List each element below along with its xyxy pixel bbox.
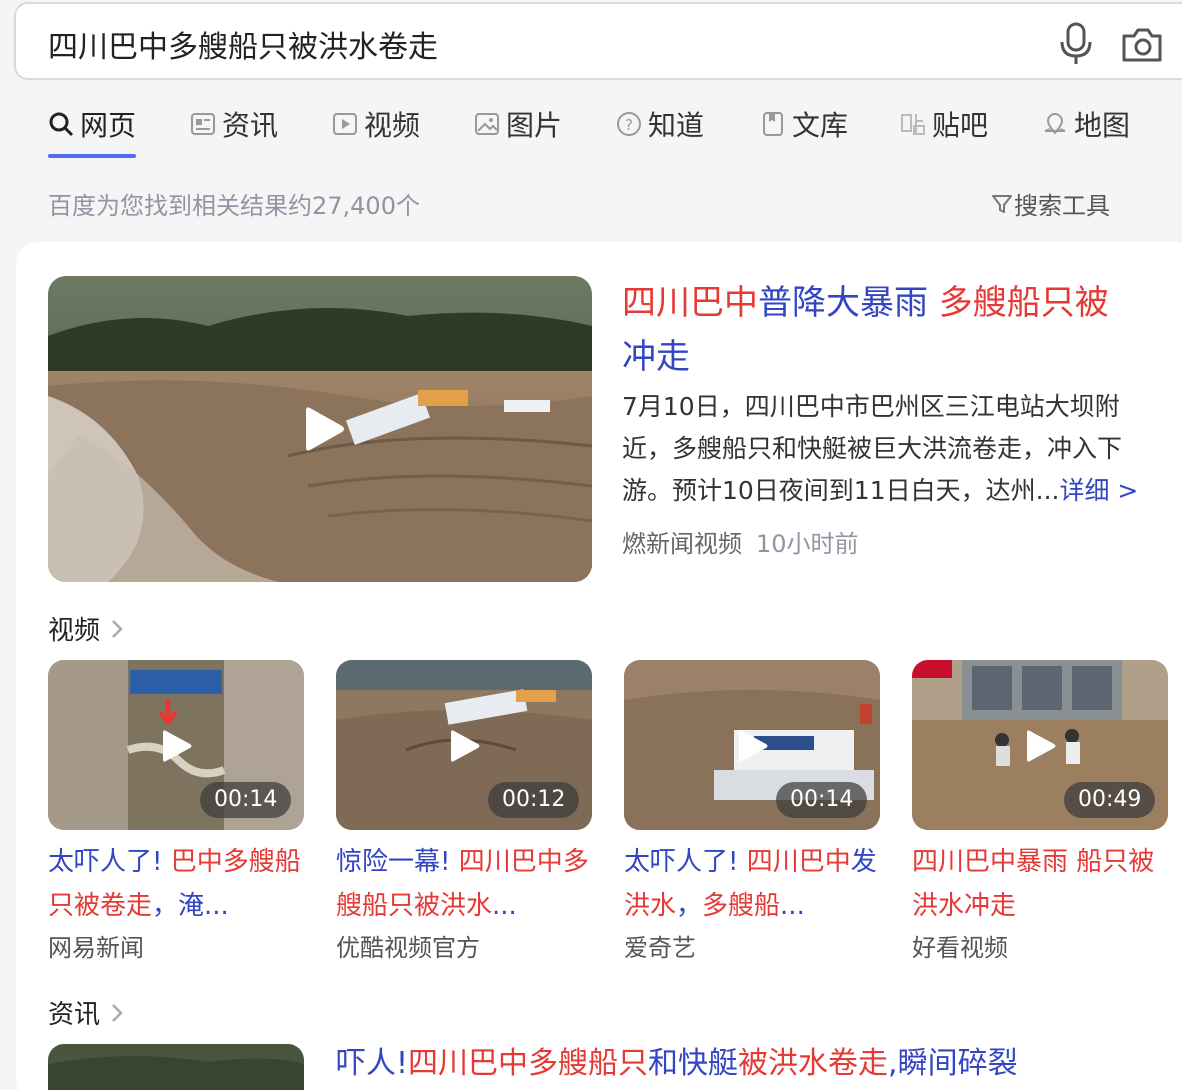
play-icon[interactable]	[156, 726, 196, 766]
search-tools-label: 搜索工具	[1014, 192, 1110, 220]
video-source: 爱奇艺	[624, 934, 696, 962]
main-result-meta: 燃新闻视频 10小时前	[622, 524, 859, 559]
news-image	[48, 1044, 304, 1090]
news-section-header[interactable]: 资讯	[48, 994, 124, 1031]
camera-icon[interactable]	[1120, 24, 1164, 64]
title-highlight: 四川巴中	[746, 847, 851, 877]
title-text: ，淹...	[152, 891, 229, 921]
title-highlight: 四川巴中多艘船只	[408, 1046, 649, 1081]
video-title[interactable]: 太吓人了! 四川巴中发洪水，多艘船...	[624, 840, 880, 928]
map-pin-icon	[1044, 113, 1066, 135]
tab-label: 视频	[364, 109, 421, 142]
title-text: ，	[676, 891, 703, 921]
video-duration: 00:14	[200, 782, 292, 818]
title-text: 冲走	[622, 337, 690, 377]
video-source: 好看视频	[912, 934, 1008, 962]
tab-label: 图片	[506, 109, 563, 142]
filter-icon	[992, 194, 1012, 213]
tab-label: 网页	[80, 109, 137, 142]
title-text: ...	[780, 891, 805, 921]
play-icon[interactable]	[444, 726, 484, 766]
microphone-icon[interactable]	[1056, 22, 1096, 66]
tab-label: 文库	[792, 109, 849, 142]
title-text: 发	[850, 847, 877, 877]
section-title: 资讯	[48, 1000, 101, 1030]
title-text: ...	[492, 891, 517, 921]
video-title[interactable]: 四川巴中暴雨 船只被洪水冲走	[912, 840, 1168, 928]
tab-zhidao[interactable]: ? 知道	[616, 104, 704, 144]
search-input[interactable]: 四川巴中多艘船只被洪水卷走	[48, 22, 438, 66]
main-result-title[interactable]: 四川巴中普降大暴雨 多艘船只被冲走	[622, 276, 1162, 384]
tab-news[interactable]: 资讯	[190, 104, 278, 144]
title-text: 和快艇	[648, 1046, 739, 1081]
description-text: 7月10日，四川巴中市巴州区三江电站大坝附近，多艘船只和快艇被巨大洪流卷走，冲入…	[622, 392, 1123, 505]
search-tools-button[interactable]: 搜索工具	[990, 186, 1110, 221]
baidu-search-page: 四川巴中多艘船只被洪水卷走 网页 资讯 视频 图片 ? 知道 文库 贴吧 地图 …	[0, 0, 1182, 1090]
video-source: 优酷视频官方	[336, 934, 480, 962]
title-text: 普降大暴雨	[758, 283, 928, 323]
search-icon	[49, 112, 74, 137]
title-highlight: 多艘船	[702, 891, 781, 921]
chevron-right-icon	[112, 619, 123, 638]
active-tab-indicator	[48, 154, 136, 158]
chevron-right-icon	[112, 1003, 123, 1022]
title-text: 惊险一幕!	[336, 847, 459, 877]
title-highlight: 多艘船只被	[928, 283, 1109, 323]
video-duration: 00:49	[1064, 782, 1156, 818]
tab-map[interactable]: 地图	[1042, 104, 1130, 144]
image-icon	[475, 113, 499, 135]
tab-images[interactable]: 图片	[474, 104, 562, 144]
title-highlight: 洪水	[624, 891, 677, 921]
title-text: 吓人!	[336, 1046, 409, 1081]
video-title[interactable]: 太吓人了! 巴中多艘船只被卷走，淹...	[48, 840, 304, 928]
tieba-icon	[901, 114, 925, 135]
tab-web[interactable]: 网页	[48, 104, 136, 144]
news-icon	[191, 113, 215, 135]
tab-wenku[interactable]: 文库	[760, 104, 848, 144]
search-tabs: 网页 资讯 视频 图片 ? 知道 文库 贴吧 地图	[0, 96, 1182, 160]
tab-label: 贴吧	[932, 109, 989, 142]
news-thumbnail[interactable]	[48, 1044, 304, 1090]
main-result-description: 7月10日，四川巴中市巴州区三江电站大坝附近，多艘船只和快艇被巨大洪流卷走，冲入…	[622, 386, 1152, 512]
video-icon	[333, 113, 357, 135]
video-duration: 00:12	[488, 782, 580, 818]
title-highlight: 四川巴中	[622, 283, 758, 323]
title-highlight: 四川巴中暴雨	[912, 847, 1069, 877]
tab-video[interactable]: 视频	[332, 104, 420, 144]
more-link[interactable]: 详细 >	[1059, 476, 1138, 505]
title-text: 太吓人了!	[48, 847, 171, 877]
video-duration: 00:14	[776, 782, 868, 818]
play-icon[interactable]	[1020, 726, 1060, 766]
play-icon[interactable]	[732, 726, 772, 766]
source-name: 燃新闻视频	[622, 530, 742, 558]
search-box[interactable]: 四川巴中多艘船只被洪水卷走	[14, 2, 1182, 80]
tab-label: 资讯	[222, 109, 279, 142]
title-text: 太吓人了!	[624, 847, 747, 877]
video-section-header[interactable]: 视频	[48, 610, 124, 647]
video-source: 网易新闻	[48, 934, 144, 962]
title-text: ,瞬间碎裂	[888, 1046, 1018, 1081]
section-title: 视频	[48, 616, 101, 646]
tab-tieba[interactable]: 贴吧	[900, 104, 988, 144]
svg-text:?: ?	[625, 116, 633, 134]
video-title[interactable]: 惊险一幕! 四川巴中多艘船只被洪水...	[336, 840, 592, 928]
play-icon[interactable]	[296, 402, 350, 456]
doc-icon	[763, 112, 783, 136]
tab-label: 知道	[648, 109, 705, 142]
question-icon: ?	[617, 112, 641, 136]
news-item-title[interactable]: 吓人!四川巴中多艘船只和快艇被洪水卷走,瞬间碎裂	[336, 1038, 1018, 1082]
publish-time: 10小时前	[756, 530, 859, 558]
title-highlight: 被洪水卷走	[738, 1046, 889, 1081]
result-count: 百度为您找到相关结果约27,400个	[48, 192, 420, 220]
tab-label: 地图	[1074, 109, 1131, 142]
